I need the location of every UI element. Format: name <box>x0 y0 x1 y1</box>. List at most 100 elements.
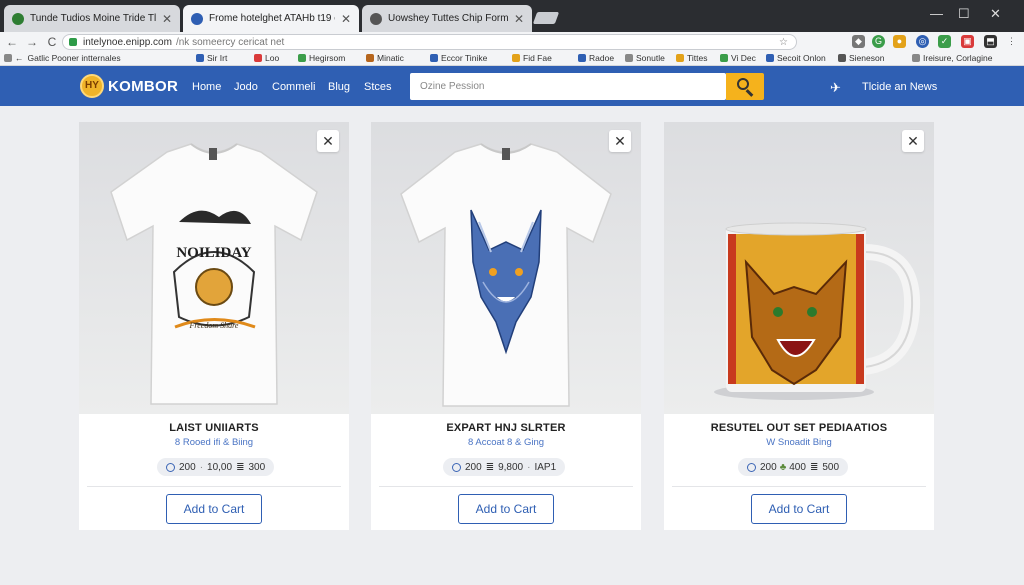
extension-icon[interactable]: ● <box>893 35 906 48</box>
header-news-link[interactable]: Tlcide an News <box>862 81 937 93</box>
stat-stock: IAP1 <box>534 461 557 473</box>
bookmark-item[interactable]: Fid Fae <box>512 53 552 63</box>
product-image[interactable]: ✕ <box>664 122 934 414</box>
bookmark-item[interactable]: Vi Dec <box>720 53 756 63</box>
views-icon <box>166 462 175 472</box>
extension-icon[interactable]: ▣ <box>961 35 974 48</box>
tab-close-icon[interactable]: ✕ <box>514 12 524 26</box>
stack-icon: ≣ <box>236 461 245 473</box>
extension-icon[interactable]: ◆ <box>852 35 865 48</box>
forward-arrow-icon[interactable]: → <box>22 35 42 49</box>
nav-link-commeli[interactable]: Commeli <box>272 81 315 93</box>
secure-lock-icon <box>69 38 77 46</box>
bookmark-item[interactable]: ← Gatlic Pooner intternales <box>4 53 121 63</box>
card-divider <box>672 486 926 487</box>
new-tab-button[interactable] <box>532 12 560 24</box>
tab-close-icon[interactable]: ✕ <box>341 12 351 26</box>
bookmark-item[interactable]: Hegirsom <box>298 53 345 63</box>
card-divider <box>379 486 633 487</box>
bookmark-item[interactable]: Radoe <box>578 53 614 63</box>
bookmarks-bar: ← Gatlic Pooner intternales Sir Irt Loo H… <box>0 52 1024 66</box>
product-image[interactable]: NOILIDAY Freedom Share ✕ <box>79 122 349 414</box>
close-icon[interactable]: ✕ <box>317 130 339 152</box>
maximize-icon[interactable]: ☐ <box>958 6 970 22</box>
search-button[interactable] <box>726 73 764 100</box>
bookmark-star-icon[interactable]: ☆ <box>779 37 788 48</box>
stat-stock: 300 <box>248 461 266 473</box>
url-path: /nk someercy cericat net <box>175 36 285 48</box>
extension-icon[interactable]: ✓ <box>938 35 951 48</box>
close-icon[interactable]: ✕ <box>902 130 924 152</box>
browser-tab-active[interactable]: Frome hotelghet ATAHb t19 cet ✕ <box>183 5 359 32</box>
bookmark-item[interactable]: Secoit Onlon <box>766 53 826 63</box>
stat-separator: · <box>199 461 204 473</box>
plane-icon[interactable]: ✈ <box>830 80 841 96</box>
bookmark-item[interactable]: Tittes <box>676 53 707 63</box>
product-subtitle: 8 Accoat 8 & Ging <box>467 437 545 448</box>
stat-count: 10,00 <box>207 461 233 473</box>
tshirt-print-caption: Freedom Share <box>189 321 239 330</box>
views-icon <box>452 462 461 472</box>
site-logo[interactable]: KOMBOR <box>108 78 178 95</box>
browser-tab[interactable]: Uowshey Tuttes Chip Formant ✕ <box>362 5 532 32</box>
bookmark-item[interactable]: Sieneson <box>838 53 884 63</box>
back-arrow-icon[interactable]: ← <box>2 35 22 49</box>
tab-favicon-icon <box>191 12 203 25</box>
minimize-icon[interactable]: — <box>930 6 943 21</box>
browser-tab-bar: Tunde Tudios Moine Tride Tlcet ✕ Frome h… <box>0 0 1024 32</box>
tab-title: Uowshey Tuttes Chip Formant <box>388 13 508 24</box>
nav-link-stces[interactable]: Stces <box>364 81 392 93</box>
extension-icon[interactable]: ◎ <box>916 35 929 48</box>
window-close-icon[interactable]: ✕ <box>990 6 1001 22</box>
tab-favicon-icon <box>12 12 24 25</box>
product-title[interactable]: EXPART HNJ SLRTER <box>371 422 641 434</box>
tshirt-print-text: NOILIDAY <box>176 245 251 261</box>
add-to-cart-button[interactable]: Add to Cart <box>166 494 262 524</box>
tab-title: Frome hotelghet ATAHb t19 cet <box>209 13 335 24</box>
bookmark-item[interactable]: Sonutle <box>625 53 665 63</box>
product-image[interactable]: ✕ <box>371 122 641 414</box>
product-card[interactable]: ✕ RESUTEL OUT SET PEDIAATIOS W Snoadit B… <box>664 122 934 530</box>
bookmark-item[interactable]: Sir Irt <box>196 53 227 63</box>
browser-toolbar: ← → C intelynoe.enipp.com /nk someercy c… <box>0 32 1024 52</box>
stat-separator: · <box>527 461 531 473</box>
search-input[interactable]: Ozine Pession <box>410 73 726 100</box>
menu-dots-icon[interactable]: ⋮ <box>1005 35 1018 48</box>
stat-views: 200 <box>465 461 482 473</box>
stat-stock: 500 <box>822 461 840 473</box>
product-card[interactable]: NOILIDAY Freedom Share ✕ LAIST UNIIARTS … <box>79 122 349 530</box>
reload-icon[interactable]: C <box>42 35 62 49</box>
nav-link-home[interactable]: Home <box>192 81 221 93</box>
product-subtitle: W Snoadit Bing <box>766 437 832 448</box>
browser-tab[interactable]: Tunde Tudios Moine Tride Tlcet ✕ <box>4 5 180 32</box>
stack-icon: ≣ <box>485 461 495 473</box>
bookmark-item[interactable]: Eccor Tinike <box>430 53 487 63</box>
bookmark-item[interactable]: Loo <box>254 53 279 63</box>
close-icon[interactable]: ✕ <box>609 130 631 152</box>
tab-favicon-icon <box>370 12 382 25</box>
nav-link-jodo[interactable]: Jodo <box>234 81 258 93</box>
extension-icon[interactable]: ⬒ <box>984 35 997 48</box>
product-card[interactable]: ✕ EXPART HNJ SLRTER 8 Accoat 8 & Ging 20… <box>371 122 641 530</box>
logo-badge-icon[interactable]: HY <box>80 74 104 98</box>
add-to-cart-button[interactable]: Add to Cart <box>458 494 554 524</box>
bookmark-item[interactable]: Minatic <box>366 53 404 63</box>
tab-title: Tunde Tudios Moine Tride Tlcet <box>30 13 156 24</box>
nav-link-blug[interactable]: Blug <box>328 81 350 93</box>
product-title[interactable]: LAIST UNIIARTS <box>79 422 349 434</box>
bookmark-item[interactable]: Ireisure, Corlagine <box>912 53 992 63</box>
tab-close-icon[interactable]: ✕ <box>162 12 172 26</box>
extension-icon[interactable]: G <box>872 35 885 48</box>
tshirt-illustration: NOILIDAY Freedom Share <box>110 143 318 405</box>
mug-illustration <box>714 222 921 400</box>
add-to-cart-button[interactable]: Add to Cart <box>751 494 847 524</box>
stat-count: 9,800 <box>498 461 524 473</box>
stat-views: 200 <box>179 461 196 473</box>
url-host: intelynoe.enipp.com <box>83 36 172 48</box>
product-title[interactable]: RESUTEL OUT SET PEDIAATIOS <box>664 422 934 434</box>
stat-count: 400 <box>789 461 806 473</box>
stack-icon: ≣ <box>809 461 819 473</box>
address-bar[interactable]: intelynoe.enipp.com /nk someercy cericat… <box>62 34 797 50</box>
views-icon <box>747 462 756 472</box>
product-subtitle: 8 Rooed ifi & Biing <box>174 437 254 448</box>
